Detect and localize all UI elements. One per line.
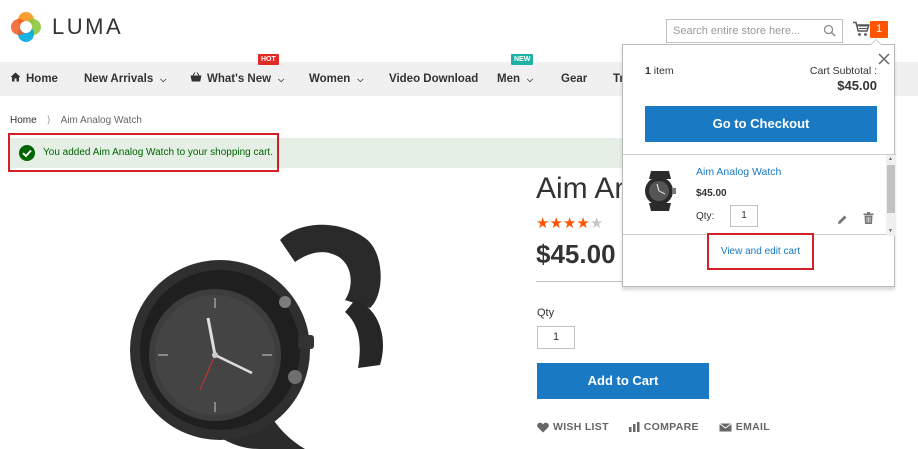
star-icon: ★ [536,215,550,232]
minicart-subtotal: $45.00 [837,78,877,93]
hot-badge: HOT [258,54,279,65]
search-box[interactable] [666,19,843,43]
nav-label: Men [497,73,520,85]
minicart-item-price: $45.00 [696,188,727,199]
wishlist-link[interactable]: WISH LIST [537,421,609,433]
nav-label: What's New [207,73,272,85]
wishlist-label: WISH LIST [553,421,609,433]
view-edit-cart-highlight: View and edit cart [707,233,814,270]
scroll-down-icon[interactable]: ▼ [888,229,893,234]
check-icon [19,144,35,161]
minicart-subtotal-label: Cart Subtotal : [809,65,877,77]
divider [536,281,622,282]
minicart-item-thumbnail[interactable] [641,169,679,218]
view-and-edit-cart-link[interactable]: View and edit cart [709,235,812,268]
email-link[interactable]: EMAIL [718,421,770,433]
minicart-count-label: item [653,65,674,77]
nav-item-video-download[interactable]: Video Download [389,62,478,96]
breadcrumb-home-link[interactable]: Home [10,115,37,126]
minicart-item-list: Aim Analog Watch $45.00 Qty: 1 ▲ ▼ [623,154,896,236]
chevron-down-icon: ⌵ [278,75,285,84]
minicart-scrollbar[interactable]: ▲ ▼ [886,155,896,236]
nav-label: Home [26,73,58,85]
basket-icon [190,62,202,96]
success-message-text: You added Aim Analog Watch to your shopp… [43,147,273,158]
product-title: Aim An [536,172,632,205]
nav-label: Women [309,73,351,85]
close-icon[interactable] [878,52,890,65]
compare-label: COMPARE [643,421,699,433]
compare-icon [628,422,640,432]
add-to-cart-button[interactable]: Add to Cart [537,363,709,399]
star-icon: ★ [589,215,604,232]
chevron-down-icon: ⌵ [357,75,364,84]
cart-icon[interactable] [853,21,870,42]
minicart-qty-label: Qty: [696,211,715,222]
breadcrumb: Home ⟩ Aim Analog Watch [10,115,142,126]
logo-text: LUMA [52,14,124,39]
scroll-up-icon[interactable]: ▲ [888,157,893,162]
qty-input[interactable]: 1 [537,326,575,349]
rating-stars[interactable]: ★ ★ ★ ★ ★ [536,216,603,231]
breadcrumb-current: Aim Analog Watch [60,115,142,126]
product-actions: WISH LIST COMPARE EMAIL [537,421,770,433]
qty-label: Qty [537,307,555,319]
chevron-down-icon: ⌵ [160,75,167,84]
success-message: You added Aim Analog Watch to your shopp… [8,133,279,172]
minicart-qty-input[interactable]: 1 [730,205,758,227]
minicart-count-number: 1 [645,65,651,77]
star-icon: ★ [562,215,577,232]
trash-icon[interactable] [863,211,874,229]
minicart-dropdown: 1 item Cart Subtotal : $45.00 Go to Chec… [622,39,896,287]
nav-label: Gear [561,73,588,85]
email-icon [718,422,732,432]
nav-label: Video Download [389,73,479,85]
nav-label: New Arrivals [84,73,154,85]
nav-item-home[interactable]: Home [10,62,58,96]
nav-item-gear[interactable]: Gear [561,62,587,96]
nav-item-men[interactable]: Men ⌵ [497,62,533,96]
luma-logo-icon [10,11,42,43]
nav-item-women[interactable]: Women ⌵ [309,62,363,96]
new-badge: NEW [511,54,534,65]
search-input[interactable] [667,25,817,37]
scrollbar-thumb[interactable] [887,165,895,213]
product-price: $45.00 [536,239,616,269]
nav-item-new-arrivals[interactable]: New Arrivals ⌵ [84,62,166,96]
star-icon: ★ [549,215,563,232]
go-to-checkout-button[interactable]: Go to Checkout [645,106,877,142]
chevron-down-icon: ⌵ [527,75,534,84]
star-icon: ★ [576,215,590,232]
minicart-item-name[interactable]: Aim Analog Watch [696,166,781,178]
heart-icon [537,422,549,433]
home-icon [10,62,21,96]
nav-item-whats-new[interactable]: What's New ⌵ [190,62,284,96]
edit-icon[interactable] [837,212,848,230]
luma-logo[interactable]: LUMA [10,11,123,43]
search-icon[interactable] [823,24,836,42]
minicart-item-count: 1 item [645,65,674,77]
compare-link[interactable]: COMPARE [628,421,699,433]
product-image[interactable] [130,200,390,449]
email-label: EMAIL [735,421,770,433]
breadcrumb-separator-icon: ⟩ [46,115,51,126]
